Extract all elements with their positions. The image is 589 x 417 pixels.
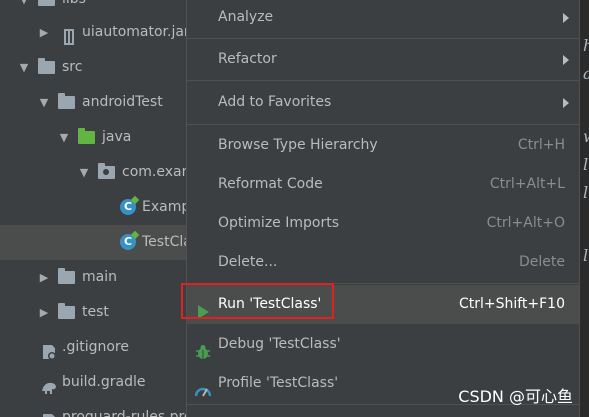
tree-item-example-class[interactable]: C Examp	[0, 190, 186, 225]
jar-icon	[60, 24, 78, 45]
menu-item-add-to-favorites[interactable]: Add to Favorites	[187, 83, 579, 122]
editor-text: l	[583, 155, 589, 174]
folder-green-icon	[78, 128, 95, 144]
tree-item-label: java	[102, 129, 132, 145]
debug-icon	[195, 337, 211, 359]
chevron-down-icon[interactable]: ▼	[58, 120, 70, 155]
menu-separator	[187, 38, 579, 39]
folder-icon	[58, 268, 75, 284]
folder-icon	[58, 93, 75, 109]
menu-item-delete[interactable]: Delete... Delete	[187, 243, 579, 282]
tree-item-label: main	[82, 269, 117, 285]
tree-item-label: androidTest	[82, 94, 163, 110]
menu-separator	[187, 124, 579, 125]
profile-icon	[194, 376, 212, 397]
run-highlight-box	[181, 283, 334, 319]
editor-text: l	[583, 246, 589, 265]
tree-item-build-gradle[interactable]: build.gradle	[0, 365, 186, 400]
tree-item-androidtest[interactable]: ▼ androidTest	[0, 85, 186, 120]
chevron-down-icon[interactable]: ▼	[18, 50, 30, 85]
submenu-arrow-icon	[563, 98, 569, 108]
tree-item-label: build.gradle	[62, 374, 146, 390]
menu-item-label: Browse Type Hierarchy	[218, 137, 378, 153]
menu-item-label: Reformat Code	[218, 176, 323, 192]
menu-item-label: Refactor	[218, 51, 277, 67]
package-icon	[98, 163, 115, 179]
chevron-right-icon[interactable]: ▶	[38, 295, 50, 330]
tree-item-label: .gitignore	[62, 339, 129, 355]
tree-item-package[interactable]: ▼ com.exan	[0, 155, 186, 190]
gradle-icon	[40, 374, 58, 394]
menu-separator	[187, 80, 579, 81]
tree-item-label: TestCla	[142, 234, 186, 250]
submenu-arrow-icon	[563, 13, 569, 23]
chevron-down-icon[interactable]: ▼	[38, 85, 50, 120]
menu-item-shortcut: Ctrl+Shift+F10	[458, 296, 565, 312]
tree-item-label: Examp	[142, 199, 186, 215]
tree-item-label: proguard-rules.pro	[62, 409, 186, 417]
gitignore-icon	[40, 339, 58, 360]
menu-item-optimize-imports[interactable]: Optimize Imports Ctrl+Alt+O	[187, 204, 579, 243]
menu-item-shortcut: Ctrl+Alt+L	[489, 176, 565, 192]
editor-text: l	[583, 183, 589, 202]
tree-item-testclass[interactable]: C TestCla	[0, 225, 186, 260]
chevron-down-icon[interactable]: ▼	[78, 155, 90, 190]
tree-item-src[interactable]: ▼ src	[0, 50, 186, 85]
menu-item-shortcut: Ctrl+Alt+O	[486, 215, 565, 231]
file-icon	[40, 409, 58, 417]
tree-item-test[interactable]: ▶ test	[0, 295, 186, 330]
menu-item-debug-testclass[interactable]: Debug 'TestClass'	[187, 325, 579, 364]
chevron-right-icon[interactable]: ▶	[38, 260, 50, 295]
context-menu: Analyze Refactor Add to Favorites Browse…	[186, 0, 580, 417]
menu-item-shortcut: Delete	[519, 254, 565, 270]
ide-window: ▼ libs ▶ uiautomator.jar ▼ src ▼ android…	[0, 0, 589, 417]
menu-item-label: Optimize Imports	[218, 215, 339, 231]
menu-item-label: Delete...	[218, 254, 278, 270]
menu-item-shortcut: Ctrl+H	[517, 137, 565, 153]
folder-icon	[38, 0, 55, 6]
editor-text: w	[583, 127, 589, 146]
submenu-arrow-icon	[563, 55, 569, 65]
chevron-right-icon[interactable]: ▶	[38, 15, 50, 50]
tree-item-java[interactable]: ▼ java	[0, 120, 186, 155]
class-icon: C	[120, 199, 136, 215]
editor-text: h	[583, 36, 589, 55]
tree-item-label: test	[82, 304, 109, 320]
menu-item-analyze[interactable]: Analyze	[187, 0, 579, 37]
tree-item-label: com.exan	[122, 164, 186, 180]
class-icon: C	[120, 234, 136, 250]
folder-icon	[58, 303, 75, 319]
watermark: CSDN @可心鱼	[458, 387, 573, 406]
menu-item-label: Profile 'TestClass'	[218, 375, 339, 391]
menu-item-label: Debug 'TestClass'	[218, 336, 341, 352]
menu-item-browse-type-hierarchy[interactable]: Browse Type Hierarchy Ctrl+H	[187, 126, 579, 165]
folder-icon	[38, 58, 55, 74]
menu-item-reformat-code[interactable]: Reformat Code Ctrl+Alt+L	[187, 165, 579, 204]
tree-item-label: src	[62, 59, 83, 75]
tree-item-proguard[interactable]: proguard-rules.pro	[0, 400, 186, 417]
tree-item-gitignore[interactable]: .gitignore	[0, 330, 186, 365]
menu-item-refactor[interactable]: Refactor	[187, 40, 579, 79]
editor-text: a	[583, 64, 589, 83]
menu-item-label: Analyze	[218, 9, 274, 25]
project-tree: ▼ libs ▶ uiautomator.jar ▼ src ▼ android…	[0, 0, 186, 417]
tree-item-label: uiautomator.jar	[82, 24, 186, 40]
tree-item-uiautomator-jar[interactable]: ▶ uiautomator.jar	[0, 15, 186, 50]
menu-item-label: Add to Favorites	[218, 94, 332, 110]
tree-item-main[interactable]: ▶ main	[0, 260, 186, 295]
